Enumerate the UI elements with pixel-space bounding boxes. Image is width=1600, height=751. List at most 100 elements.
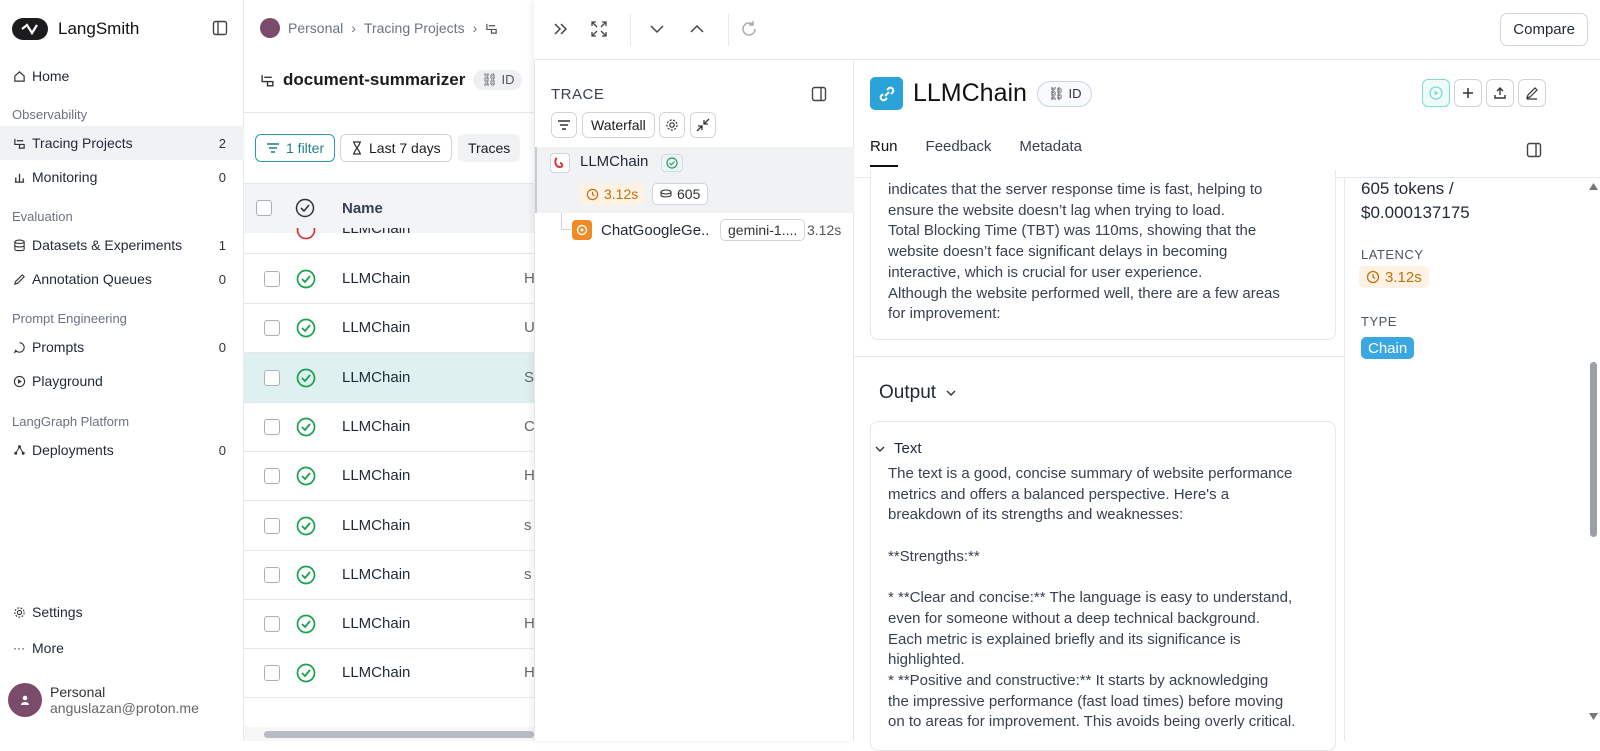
filter-button[interactable]: 1 filter — [255, 134, 336, 162]
table-row[interactable]: LLMChain s — [244, 550, 534, 600]
sidebar-item-home[interactable]: Home — [0, 59, 244, 93]
sidebar-item-tracing-projects[interactable]: Tracing Projects 2 — [0, 126, 244, 160]
gear-icon[interactable] — [659, 112, 685, 138]
share-button[interactable] — [1486, 79, 1514, 107]
scroll-thumb[interactable] — [264, 731, 534, 738]
scroll-down-icon — [1589, 713, 1598, 720]
project-id-button[interactable]: ⛓ ID — [473, 70, 523, 90]
row-checkbox[interactable] — [264, 369, 280, 386]
refresh-icon[interactable] — [740, 20, 758, 38]
breadcrumb-personal[interactable]: Personal — [288, 20, 343, 36]
success-icon — [661, 154, 683, 172]
row-checkbox[interactable] — [264, 566, 280, 583]
horizontal-scrollbar[interactable] — [244, 727, 534, 741]
chevron-down-icon[interactable] — [648, 20, 666, 38]
sidebar-item-settings[interactable]: Settings — [0, 595, 244, 629]
traces-label: Traces — [468, 140, 511, 156]
chevron-right-icon: › — [472, 20, 478, 36]
playground-button[interactable] — [1422, 79, 1450, 107]
token-count: 605 tokens / — [1361, 179, 1454, 198]
section-evaluation: Evaluation — [12, 209, 73, 224]
chain-icon — [550, 153, 570, 173]
sidebar-item-label: Prompts — [32, 339, 85, 355]
section-langgraph: LangGraph Platform — [12, 414, 130, 429]
sidebar-item-monitoring[interactable]: Monitoring 0 — [0, 160, 244, 194]
column-name[interactable]: Name — [342, 200, 383, 217]
tracing-icon — [12, 136, 26, 150]
table-row[interactable]: LLMChain H — [244, 451, 534, 502]
text-line: website doesn’t face significant delays … — [888, 243, 1228, 261]
sidebar-item-prompts[interactable]: Prompts 0 — [0, 330, 244, 364]
latency-badge: 3.12s — [1359, 266, 1429, 288]
success-status-icon — [296, 368, 316, 388]
scroll-thumb[interactable] — [1590, 362, 1597, 537]
table-row[interactable]: LLMChain H — [244, 254, 534, 304]
table-row[interactable]: LLMChain U — [244, 303, 534, 354]
text-section-toggle[interactable]: Text — [874, 440, 922, 457]
chevrons-right-icon[interactable] — [552, 20, 570, 38]
sidebar-item-annotation-queues[interactable]: Annotation Queues 0 — [0, 262, 244, 296]
filter-icon[interactable] — [551, 112, 577, 138]
sidebar-item-playground[interactable]: Playground — [0, 364, 244, 398]
sidebar-item-count: 0 — [218, 442, 226, 458]
run-id-button[interactable]: ⛓ ID — [1036, 80, 1093, 107]
row-checkbox[interactable] — [264, 616, 280, 633]
vertical-scrollbar[interactable] — [1586, 177, 1600, 741]
table-row[interactable]: LLMChain H — [244, 648, 534, 699]
trace-toolbar: Compare — [534, 0, 1600, 60]
brand[interactable]: LangSmith — [12, 18, 139, 40]
expand-icon[interactable] — [590, 20, 608, 38]
sidebar-item-more[interactable]: ··· More — [0, 631, 244, 665]
sidebar-collapse-icon[interactable] — [212, 20, 228, 36]
tab-metadata[interactable]: Metadata — [1019, 138, 1082, 167]
row-checkbox[interactable] — [264, 320, 280, 337]
plus-icon — [1463, 88, 1473, 98]
panel-toggle-icon[interactable] — [811, 86, 827, 102]
pencil-icon — [12, 272, 26, 286]
date-range-button[interactable]: Last 7 days — [340, 134, 452, 162]
sidebar-item-datasets[interactable]: Datasets & Experiments 1 — [0, 228, 244, 262]
table-row[interactable]: LLMChain s — [244, 501, 534, 551]
row-checkbox[interactable] — [264, 418, 280, 435]
row-name: LLMChain — [342, 615, 411, 633]
row-checkbox[interactable] — [264, 271, 280, 287]
tab-feedback[interactable]: Feedback — [926, 138, 992, 167]
type-label: TYPE — [1361, 314, 1397, 329]
user-menu[interactable]: Personal anguslazan@proton.me — [8, 683, 199, 717]
upload-icon — [1494, 87, 1506, 99]
sidebar-item-deployments[interactable]: Deployments 0 — [0, 433, 244, 467]
row-checkbox[interactable] — [264, 468, 280, 485]
chevron-down-icon — [946, 390, 956, 396]
edit-button[interactable] — [1518, 79, 1546, 107]
user-name: Personal — [50, 684, 106, 700]
model-name: gemini-1.... — [728, 222, 798, 238]
add-button[interactable] — [1454, 79, 1482, 107]
sidebar-item-count: 0 — [218, 169, 226, 185]
tab-run[interactable]: Run — [870, 138, 898, 167]
compare-button[interactable]: Compare — [1500, 13, 1588, 46]
select-all-checkbox[interactable] — [256, 200, 272, 216]
panel-toggle-icon[interactable] — [1526, 142, 1542, 158]
traces-toggle[interactable]: Traces — [458, 134, 521, 162]
row-checkbox[interactable] — [264, 665, 280, 682]
trace-child-name: ChatGoogleGe... — [601, 222, 709, 239]
latency-badge: 3.12s — [579, 183, 646, 205]
cost-value: $0.000137175 — [1361, 203, 1470, 222]
collapse-icon[interactable] — [690, 112, 716, 138]
text-line: * **Positive and constructive:** It star… — [888, 672, 1269, 689]
divider — [854, 356, 1344, 357]
view-mode-button[interactable]: Waterfall — [582, 112, 655, 138]
row-input-preview: s — [524, 516, 532, 534]
link-icon — [870, 77, 903, 110]
prompt-icon — [12, 340, 26, 354]
breadcrumb-tracing-projects[interactable]: Tracing Projects — [364, 20, 465, 36]
id-label: ID — [501, 72, 515, 87]
table-row[interactable]: LLMChain S — [244, 352, 534, 403]
row-checkbox[interactable] — [264, 517, 280, 534]
ellipsis-icon: ··· — [13, 641, 25, 655]
output-toggle[interactable]: Output — [879, 382, 958, 404]
chevron-up-icon[interactable] — [688, 20, 706, 38]
table-row[interactable]: LLMChain C — [244, 402, 534, 452]
project-title-row: document-summarizer ⛓ ID — [260, 70, 523, 90]
table-row[interactable]: LLMChain H — [244, 599, 534, 650]
